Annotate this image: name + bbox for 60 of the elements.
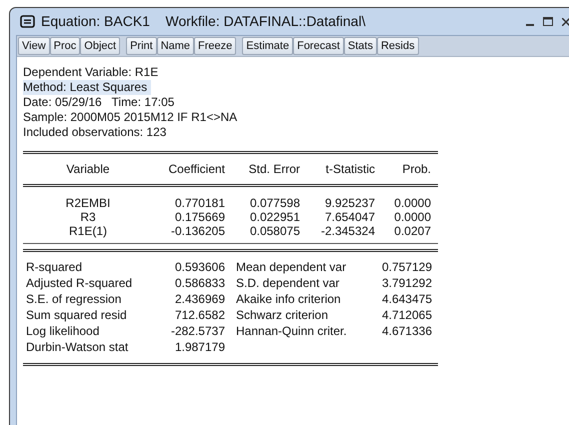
table-cell: 0.175669: [174, 210, 225, 224]
table-cell: -282.5737: [170, 324, 225, 338]
table-cell: 0.586833: [174, 276, 225, 290]
table-cell: 1.987179: [174, 340, 225, 354]
table-cell: R1E(1): [68, 224, 107, 238]
statistic-label: Log likelihood: [25, 324, 100, 338]
maximize-icon[interactable]: [543, 17, 553, 26]
output-line: Included observations: 123: [23, 125, 168, 140]
toolbar-button[interactable]: Proc: [50, 37, 80, 55]
toolbar-button[interactable]: Print: [126, 37, 157, 55]
toolbar-button[interactable]: Stats: [344, 37, 377, 55]
statistic-label: S.D. dependent var: [235, 276, 340, 290]
statistic-label: Durbin-Watson stat: [25, 340, 128, 354]
window-menu-icon[interactable]: [20, 15, 35, 28]
table-cell: 2.436969: [174, 292, 225, 306]
table-cell: 4.712065: [382, 308, 432, 322]
statistic-label: Akaike info criterion: [235, 292, 341, 306]
table-cell: 0.0000: [394, 196, 431, 210]
toolbar-button[interactable]: Forecast: [293, 37, 344, 55]
table-cell: 0.757129: [382, 260, 432, 274]
output-line: Sample: 2000M05 2015M12 IF R1<>NA: [23, 110, 238, 125]
toolbar-button[interactable]: View: [18, 37, 50, 55]
statistic-label: Sum squared resid: [25, 308, 127, 322]
table-cell: 0.0207: [394, 224, 431, 238]
table-cell: 0.077598: [250, 196, 300, 210]
toolbar-button[interactable]: Freeze: [194, 37, 236, 55]
statistic-label: S.E. of regression: [25, 292, 122, 306]
toolbar-button[interactable]: Resids: [376, 37, 419, 55]
table-cell: 4.643475: [382, 292, 432, 306]
table-cell: 0.058075: [250, 224, 300, 238]
column-header: Coefficient: [168, 162, 225, 176]
statistic-label: Hannan-Quinn criter.: [235, 324, 347, 338]
statistic-label: Schwarz criterion: [235, 308, 328, 322]
table-cell: 0.022951: [250, 210, 300, 224]
table-cell: -2.345324: [320, 224, 375, 238]
table-cell: 0.0000: [394, 210, 431, 224]
statistic-label: Mean dependent var: [235, 260, 346, 274]
table-cell: R3: [80, 210, 96, 224]
close-icon[interactable]: [562, 18, 569, 26]
output-line: Date: 05/29/16 Time: 17:05: [23, 95, 176, 110]
table-cell: 0.593606: [174, 260, 225, 274]
table-cell: 9.925237: [324, 196, 375, 210]
toolbar-button[interactable]: Name: [156, 37, 194, 55]
statistic-label: R-squared: [25, 260, 82, 274]
table-cell: 3.791292: [382, 276, 432, 290]
table-cell: 7.654047: [324, 210, 375, 224]
column-header: Prob.: [402, 162, 431, 176]
table-cell: 712.6582: [174, 308, 225, 322]
window-title: Equation: BACK1 Workfile: DATAFINAL::Datafinal\: [41, 12, 366, 31]
statistic-label: Adjusted R-squared: [25, 276, 132, 290]
toolbar-button[interactable]: Estimate: [242, 37, 294, 55]
output-line: Dependent Variable: R1E: [23, 65, 160, 80]
toolbar-button[interactable]: Object: [80, 37, 120, 55]
table-cell: R2EMBI: [66, 196, 110, 210]
column-header: Std. Error: [248, 162, 300, 176]
column-header: t-Statistic: [326, 162, 375, 176]
table-cell: 0.770181: [174, 196, 225, 210]
table-cell: 4.671336: [382, 324, 432, 338]
table-cell: -0.136205: [170, 224, 225, 238]
column-header: Variable: [66, 162, 110, 176]
